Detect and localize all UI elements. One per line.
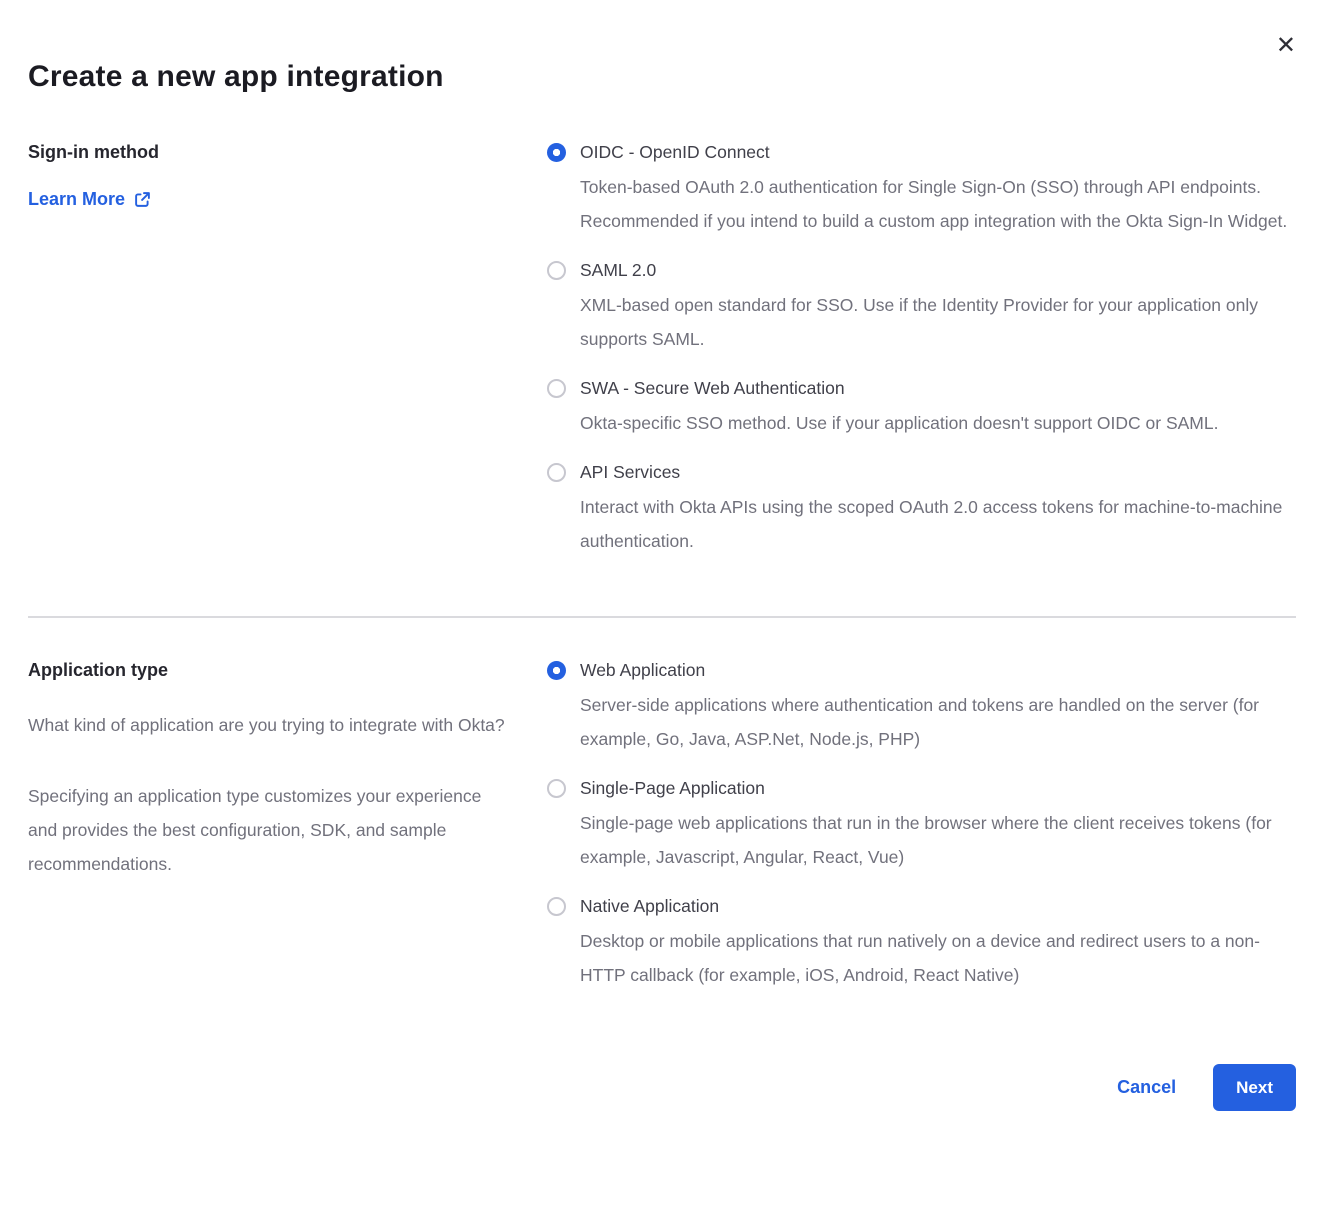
dialog-footer: Cancel Next xyxy=(28,1064,1296,1111)
radio-option-api-services[interactable]: API Services Interact with Okta APIs usi… xyxy=(547,460,1296,558)
section-divider xyxy=(28,616,1296,618)
application-type-label: Application type xyxy=(28,658,525,682)
option-title: API Services xyxy=(580,460,1296,484)
application-type-options: Web Application Server-side applications… xyxy=(547,658,1296,1012)
radio-icon xyxy=(547,463,566,482)
option-title: SWA - Secure Web Authentication xyxy=(580,376,1296,400)
cancel-button[interactable]: Cancel xyxy=(1117,1077,1176,1098)
application-type-left-column: Application type What kind of applicatio… xyxy=(28,658,525,881)
signin-method-options: OIDC - OpenID Connect Token-based OAuth … xyxy=(547,140,1296,578)
option-title: SAML 2.0 xyxy=(580,258,1296,282)
external-link-icon xyxy=(134,191,151,208)
option-description: XML-based open standard for SSO. Use if … xyxy=(580,288,1294,356)
radio-icon xyxy=(547,779,566,798)
radio-option-swa[interactable]: SWA - Secure Web Authentication Okta-spe… xyxy=(547,376,1296,440)
signin-method-left-column: Sign-in method Learn More xyxy=(28,140,525,210)
option-description: Desktop or mobile applications that run … xyxy=(580,924,1294,992)
option-description: Server-side applications where authentic… xyxy=(580,688,1294,756)
learn-more-link[interactable]: Learn More xyxy=(28,189,151,210)
signin-method-label: Sign-in method xyxy=(28,140,525,164)
application-type-section: Application type What kind of applicatio… xyxy=(28,658,1296,1012)
option-title: OIDC - OpenID Connect xyxy=(580,140,1296,164)
learn-more-label: Learn More xyxy=(28,189,125,210)
radio-option-oidc[interactable]: OIDC - OpenID Connect Token-based OAuth … xyxy=(547,140,1296,238)
radio-option-native-application[interactable]: Native Application Desktop or mobile app… xyxy=(547,894,1296,992)
radio-icon xyxy=(547,897,566,916)
option-description: Interact with Okta APIs using the scoped… xyxy=(580,490,1294,558)
option-title: Web Application xyxy=(580,658,1296,682)
dialog-title: Create a new app integration xyxy=(28,0,1296,94)
close-icon[interactable]: ✕ xyxy=(1276,34,1296,58)
radio-option-web-application[interactable]: Web Application Server-side applications… xyxy=(547,658,1296,756)
radio-icon xyxy=(547,661,566,680)
create-app-integration-dialog: ✕ Create a new app integration Sign-in m… xyxy=(0,0,1332,1210)
option-description: Okta-specific SSO method. Use if your ap… xyxy=(580,406,1294,440)
application-type-question: What kind of application are you trying … xyxy=(28,708,506,742)
radio-icon xyxy=(547,261,566,280)
radio-option-saml[interactable]: SAML 2.0 XML-based open standard for SSO… xyxy=(547,258,1296,356)
radio-option-single-page-application[interactable]: Single-Page Application Single-page web … xyxy=(547,776,1296,874)
option-title: Single-Page Application xyxy=(580,776,1296,800)
radio-icon xyxy=(547,379,566,398)
option-title: Native Application xyxy=(580,894,1296,918)
radio-icon xyxy=(547,143,566,162)
next-button[interactable]: Next xyxy=(1213,1064,1296,1111)
option-description: Single-page web applications that run in… xyxy=(580,806,1294,874)
application-type-note: Specifying an application type customize… xyxy=(28,779,506,881)
signin-method-section: Sign-in method Learn More OIDC - OpenID … xyxy=(28,140,1296,578)
option-description: Token-based OAuth 2.0 authentication for… xyxy=(580,170,1294,238)
